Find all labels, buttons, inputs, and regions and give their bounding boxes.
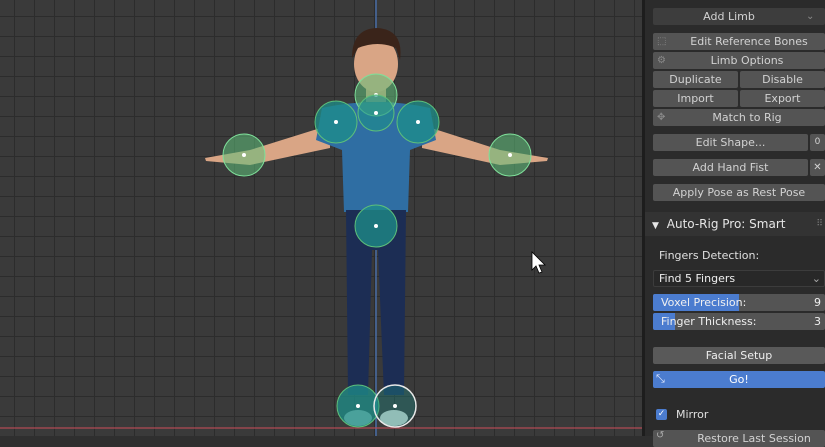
match-to-rig-label: Match to Rig [712, 111, 782, 124]
duplicate-button[interactable]: Duplicate [653, 71, 738, 88]
add-limb-button[interactable]: Add Limb [653, 8, 825, 25]
smart-panel-header[interactable]: ▼ Auto-Rig Pro: Smart ⠿ [645, 212, 825, 236]
smart-header-title: Auto-Rig Pro: Smart [666, 217, 786, 231]
add-hand-fist-button[interactable]: Add Hand Fist [653, 159, 808, 176]
match-to-rig-button[interactable]: Match to Rig [653, 109, 825, 126]
edit-shape-button[interactable]: Edit Shape... [653, 134, 808, 151]
apply-pose-label: Apply Pose as Rest Pose [672, 186, 806, 199]
export-button[interactable]: Export [740, 90, 825, 107]
limb-options-button[interactable]: Limb Options [653, 52, 825, 69]
voxel-precision-label: Voxel Precision: [661, 296, 747, 309]
character-scene [0, 0, 642, 436]
markers [222, 73, 532, 428]
edit-shape-side-button[interactable]: 0 [810, 134, 825, 151]
disable-button[interactable]: Disable [740, 71, 825, 88]
disable-label: Disable [762, 73, 803, 86]
facial-setup-button[interactable]: Facial Setup [653, 347, 825, 364]
close-icon: ✕ [813, 162, 822, 173]
limb-options-label: Limb Options [710, 54, 784, 67]
bone-path-icon: ⤡ [656, 372, 665, 385]
finger-thickness-value: 3 [814, 315, 821, 328]
import-button[interactable]: Import [653, 90, 738, 107]
restore-last-session-button[interactable]: Restore Last Session [653, 430, 825, 447]
fingers-dropdown[interactable]: Find 5 Fingers ⌄ [653, 270, 825, 287]
import-label: Import [677, 92, 714, 105]
3d-viewport[interactable] [0, 0, 642, 436]
mirror-checkbox[interactable]: ✓ [656, 409, 667, 420]
export-label: Export [764, 92, 801, 105]
disclosure-triangle-icon: ▼ [652, 221, 659, 231]
remove-hand-fist-button[interactable]: ✕ [810, 159, 825, 176]
go-label: Go! [729, 373, 749, 386]
voxel-precision-value: 9 [814, 296, 821, 309]
edit-reference-bones-button[interactable]: Edit Reference Bones [653, 33, 825, 50]
wrench-icon: ⚙ [657, 55, 666, 66]
mirror-label: Mirror [676, 408, 709, 421]
edit-shape-side-label: 0 [814, 137, 821, 147]
chevron-down-icon: ⌄ [811, 272, 821, 285]
go-button[interactable]: Go! [653, 371, 825, 388]
finger-thickness-slider[interactable]: Finger Thickness: 3 [653, 313, 825, 330]
chevron-down-icon: ⌄ [806, 11, 815, 22]
fingers-dropdown-value: Find 5 Fingers [659, 272, 736, 285]
finger-thickness-label: Finger Thickness: [661, 315, 757, 328]
voxel-precision-slider[interactable]: Voxel Precision: 9 [653, 294, 825, 311]
fingers-detection-label: Fingers Detection: [659, 249, 760, 262]
add-hand-fist-label: Add Hand Fist [692, 161, 769, 174]
drag-handle-icon[interactable]: ⠿ [816, 212, 823, 236]
bones-icon: ⬚ [657, 36, 667, 47]
mouse-cursor-icon [531, 251, 546, 274]
add-limb-label: Add Limb [703, 10, 755, 23]
facial-setup-label: Facial Setup [705, 349, 773, 362]
edit-reference-bones-label: Edit Reference Bones [690, 35, 808, 48]
edit-shape-label: Edit Shape... [695, 136, 766, 149]
match-icon: ✥ [657, 112, 666, 123]
restore-last-session-label: Restore Last Session [697, 432, 811, 445]
duplicate-label: Duplicate [669, 73, 722, 86]
apply-pose-button[interactable]: Apply Pose as Rest Pose [653, 184, 825, 201]
